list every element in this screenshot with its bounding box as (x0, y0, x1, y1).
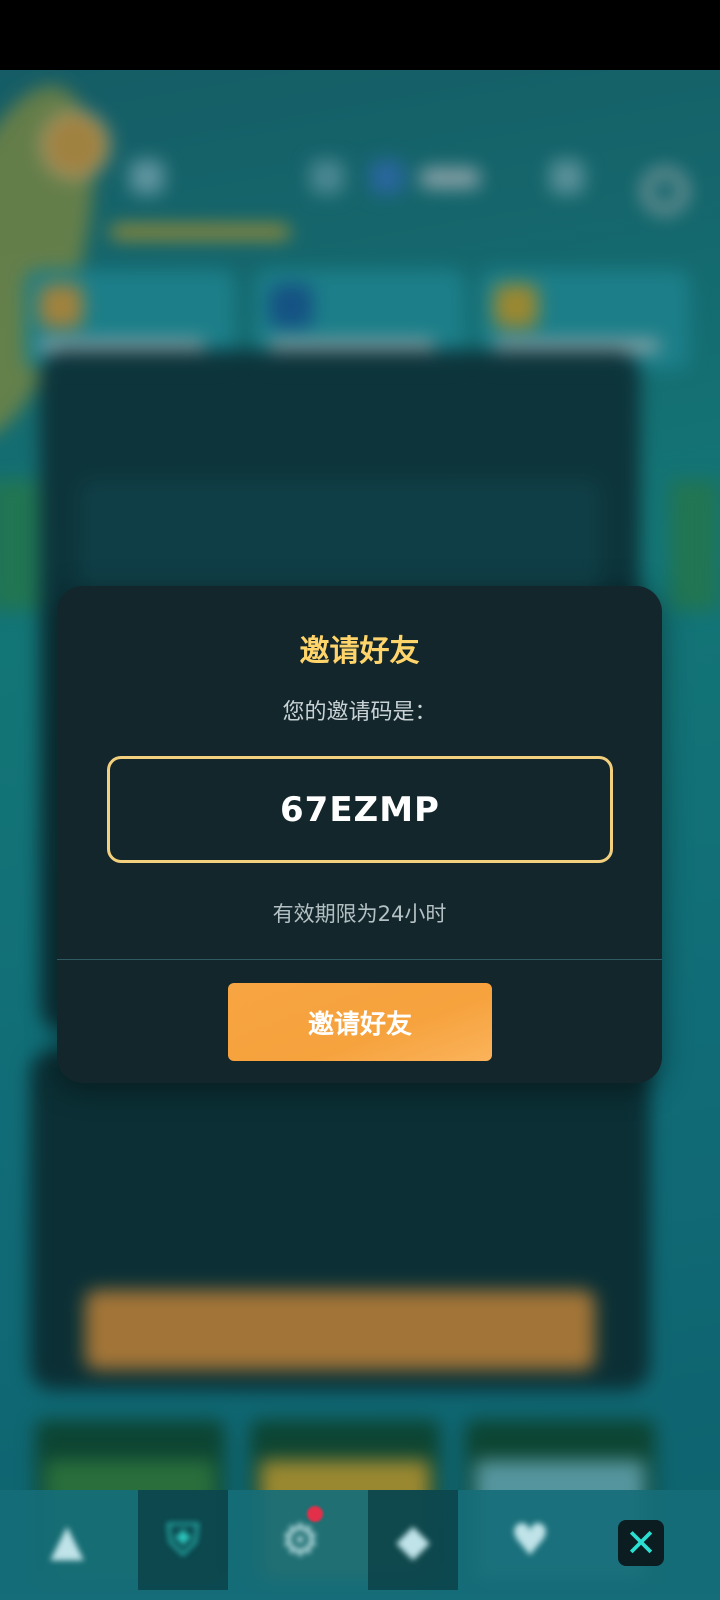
nav-item-diamond: ◆ (368, 1490, 458, 1590)
heart-icon: ♥ (510, 1514, 550, 1566)
dialog-title: 邀请好友 (299, 634, 420, 669)
invite-friend-button[interactable]: 邀请好友 (228, 983, 492, 1061)
status-bar (0, 0, 720, 70)
invite-code-box[interactable]: 67EZMP (107, 756, 613, 863)
bottom-nav: ▲ ⛨ ⚙ ◆ ♥ (0, 1490, 720, 1600)
gear-icon: ⚙ (280, 1514, 320, 1566)
close-button[interactable]: ✕ (618, 1520, 664, 1566)
nav-item-heart: ♥ (485, 1490, 575, 1590)
nav-item-shield: ⛨ (138, 1490, 228, 1590)
triangle-icon: ▲ (50, 1514, 84, 1566)
notification-dot (307, 1506, 323, 1522)
close-icon: ✕ (625, 1521, 657, 1565)
invite-code-label: 您的邀请码是： (282, 700, 437, 725)
diamond-icon: ◆ (396, 1514, 430, 1566)
invite-code-value: 67EZMP (280, 789, 440, 830)
divider (57, 959, 662, 960)
nav-item-home: ▲ (22, 1490, 112, 1590)
invite-friend-button-label: 邀请好友 (307, 1009, 412, 1040)
expiry-note: 有效期限为24小时 (272, 902, 447, 926)
nav-item-gear: ⚙ (255, 1490, 345, 1590)
invite-friend-dialog: 邀请好友 您的邀请码是： 67EZMP 有效期限为24小时 邀请好友 (57, 586, 662, 1083)
shield-icon: ⛨ (166, 1514, 200, 1566)
